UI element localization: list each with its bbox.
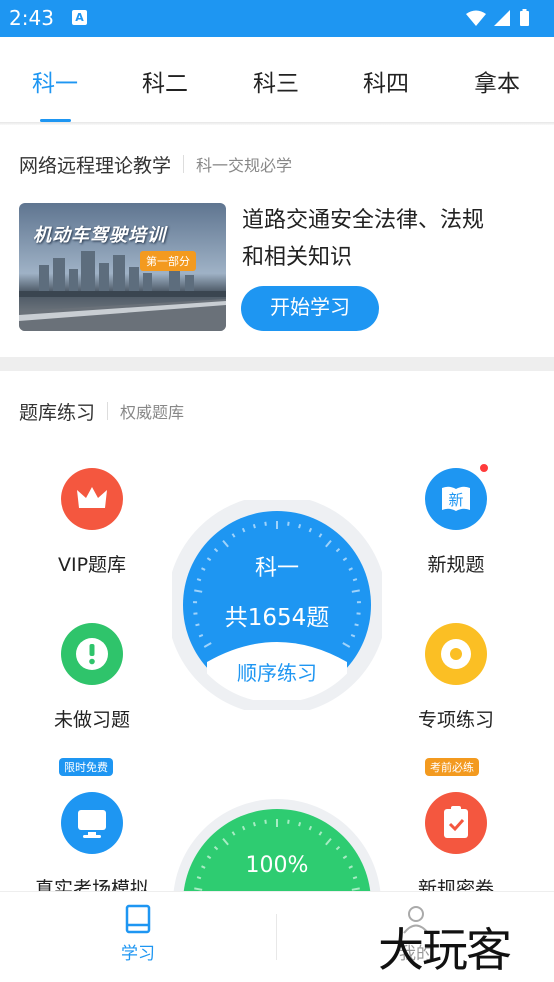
course-section-subtitle: 科一交规必学 — [196, 156, 293, 175]
crown-icon — [61, 468, 123, 530]
tab-ke2[interactable]: 科二 — [125, 64, 205, 98]
header-separator — [107, 402, 109, 420]
exclamation-icon — [61, 623, 123, 685]
practice-section-title: 题库练习 — [19, 401, 96, 424]
gauge-tick — [252, 523, 256, 529]
sequential-practice-gauge[interactable]: 科一 共1654题 顺序练习 — [167, 495, 387, 715]
gauge-tick — [264, 819, 267, 824]
status-bar: 2:43 A — [0, 0, 554, 37]
tab-naben[interactable]: 拿本 — [457, 64, 537, 98]
gauge-tick — [198, 634, 204, 638]
nav-study-label: 学习 — [121, 944, 155, 964]
tab-ke1[interactable]: 科一 — [15, 64, 95, 98]
gauge-subject: 科一 — [254, 556, 299, 581]
practice-section-subtitle: 权威题库 — [120, 403, 185, 422]
subject-tabs: 科一 科二 科三 科四 拿本 — [0, 37, 554, 123]
gauge-tick — [264, 521, 267, 526]
wifi-icon — [466, 10, 486, 26]
course-thumbnail[interactable]: 机动车驾驶培训 第一部分 — [19, 203, 226, 331]
vip-label: VIP题库 — [57, 554, 127, 576]
progress-gauge[interactable]: 100% — [172, 798, 382, 892]
header-separator — [183, 155, 185, 173]
exam-simulation[interactable]: 限时免费 真实考场模拟 — [17, 758, 167, 901]
free-tag: 限时免费 — [59, 758, 113, 776]
progress-percent: 100% — [245, 853, 309, 878]
gauge-tick — [194, 887, 203, 891]
practice-section-header: 题库练习 权威题库 — [19, 397, 184, 425]
monitor-icon — [61, 792, 123, 854]
vip-question-bank[interactable]: VIP题库 — [17, 468, 167, 577]
nav-separator — [276, 914, 277, 960]
start-learning-button[interactable]: 开始学习 — [241, 286, 379, 331]
status-icons — [466, 9, 529, 26]
gauge-tick — [350, 634, 356, 638]
undone-questions[interactable]: 未做习题 — [17, 623, 167, 732]
clipboard-check-icon — [425, 792, 487, 854]
target-icon — [425, 623, 487, 685]
tabs-divider — [0, 122, 554, 125]
nav-study[interactable]: 学习 — [98, 904, 178, 964]
gauge-question-count: 共1654题 — [224, 605, 330, 631]
watermark: 大玩客 — [378, 923, 512, 977]
section-divider — [0, 357, 554, 371]
book-icon — [125, 904, 151, 934]
new-rules-label: 新规题 — [427, 554, 485, 576]
new-icon-glyph: 新 — [448, 491, 463, 509]
gauge-tick — [287, 819, 290, 824]
signal-icon — [494, 10, 510, 26]
gauge-tick — [287, 521, 290, 526]
must-practice-tag: 考前必练 — [425, 758, 479, 776]
status-time: 2:43 — [9, 6, 54, 30]
course-section-title: 网络远程理论教学 — [19, 154, 172, 177]
thumbnail-title: 机动车驾驶培训 — [33, 225, 166, 246]
gauge-tick — [252, 821, 256, 827]
special-practice[interactable]: 专项练习 — [381, 623, 531, 732]
notification-icon: A — [72, 10, 87, 25]
new-rules-questions[interactable]: 新 新规题 — [381, 462, 531, 577]
new-rules-paper[interactable]: 考前必练 新规密卷 — [381, 758, 531, 901]
gauge-tick — [194, 589, 203, 593]
new-badge-dot — [478, 462, 490, 474]
course-section-header: 网络远程理论教学 科一交规必学 — [19, 150, 292, 178]
gauge-tick — [298, 821, 302, 827]
gauge-tick — [298, 523, 302, 529]
book-new-icon: 新 — [425, 462, 490, 530]
undone-label: 未做习题 — [53, 709, 130, 731]
gauge-tick — [351, 589, 360, 593]
course-line-2: 和相关知识 — [242, 245, 353, 270]
gauge-tick — [351, 887, 360, 891]
course-line-1: 道路交通安全法律、法规 — [242, 208, 485, 233]
sequential-practice-button[interactable]: 顺序练习 — [172, 657, 382, 686]
course-description: 道路交通安全法律、法规 和相关知识 — [242, 202, 532, 276]
special-label: 专项练习 — [417, 709, 494, 731]
thumbnail-badge: 第一部分 — [140, 251, 196, 271]
tab-ke3[interactable]: 科三 — [236, 64, 316, 98]
tab-ke4[interactable]: 科四 — [346, 64, 426, 98]
battery-icon — [520, 11, 529, 26]
